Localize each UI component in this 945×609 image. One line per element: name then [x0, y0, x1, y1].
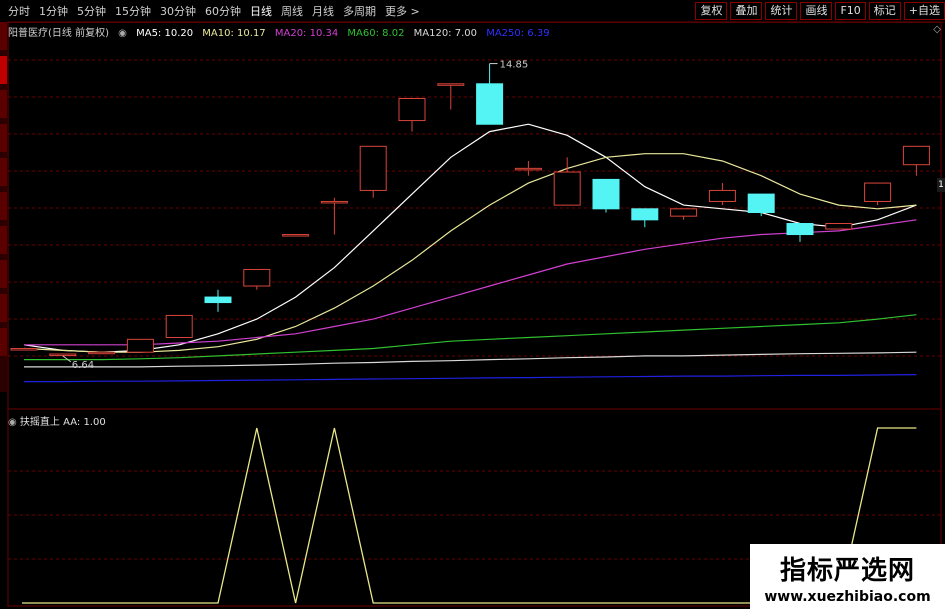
candle-body-17: [670, 208, 698, 217]
ma120-label: MA120: 7.00: [413, 28, 477, 39]
ma120-line: [24, 351, 917, 368]
ma250-label: MA250: 6.39: [486, 28, 550, 39]
low-pointer: [62, 355, 72, 363]
candle-body-0: [10, 348, 38, 351]
ma20-label: MA20: 10.34: [274, 28, 339, 39]
candle-body-21: [825, 223, 853, 230]
kline-chart[interactable]: 14.85 6.64: [0, 0, 945, 609]
main-legend: 阳普医疗(日线 前复权) ◉ MA5: 10.20 MA10: 10.17 MA…: [8, 24, 556, 39]
indicator-legend: ◉ 扶摇直上 AA: 1.00: [8, 413, 106, 428]
low-price-label: 6.64: [72, 360, 94, 371]
candle-body-2: [88, 351, 116, 355]
candle-body-11: [437, 83, 465, 86]
candle-body-13: [514, 167, 542, 171]
ma250-line: [24, 374, 917, 383]
candle-body-10: [398, 98, 426, 122]
candle-body-5: [204, 296, 232, 304]
candle-body-3: [126, 338, 154, 353]
ma10-label: MA10: 10.17: [202, 28, 266, 39]
candle-body-4: [165, 314, 193, 338]
candle-body-19: [747, 193, 775, 213]
watermark: 指标严选网 www.xuezhibiao.com: [750, 544, 945, 609]
candle-body-7: [282, 234, 310, 237]
candle-body-15: [592, 178, 620, 210]
indicator-name: 扶摇直上: [19, 417, 60, 428]
diamond-icon[interactable]: ◇: [933, 24, 941, 35]
candle-body-23: [902, 145, 930, 166]
indicator-value: AA: 1.00: [63, 417, 106, 428]
ma5-label: MA5: 10.20: [136, 28, 194, 39]
settings-icon[interactable]: ◉: [8, 417, 17, 428]
candle-body-6: [243, 268, 271, 287]
stock-title: 阳普医疗(日线 前复权): [8, 28, 109, 39]
ma5-line: [23, 123, 917, 353]
candle-body-9: [359, 145, 387, 191]
ma10-line: [23, 153, 917, 353]
high-price-label: 14.85: [500, 60, 529, 71]
candle-body-22: [864, 182, 892, 202]
settings-icon[interactable]: ◉: [118, 28, 127, 39]
candle-body-1: [49, 353, 77, 357]
candle-body-12: [476, 83, 504, 125]
candle-body-8: [320, 200, 348, 204]
candle-body-16: [631, 208, 659, 221]
watermark-title: 指标严选网: [779, 556, 915, 586]
ma60-line: [24, 314, 917, 361]
candle-body-20: [786, 223, 814, 236]
right-price-marker: 1: [937, 178, 945, 192]
candle-body-14: [553, 171, 581, 206]
ma60-label: MA60: 8.02: [347, 28, 405, 39]
watermark-url: www.xuezhibiao.com: [764, 589, 931, 605]
candle-body-18: [708, 189, 736, 202]
